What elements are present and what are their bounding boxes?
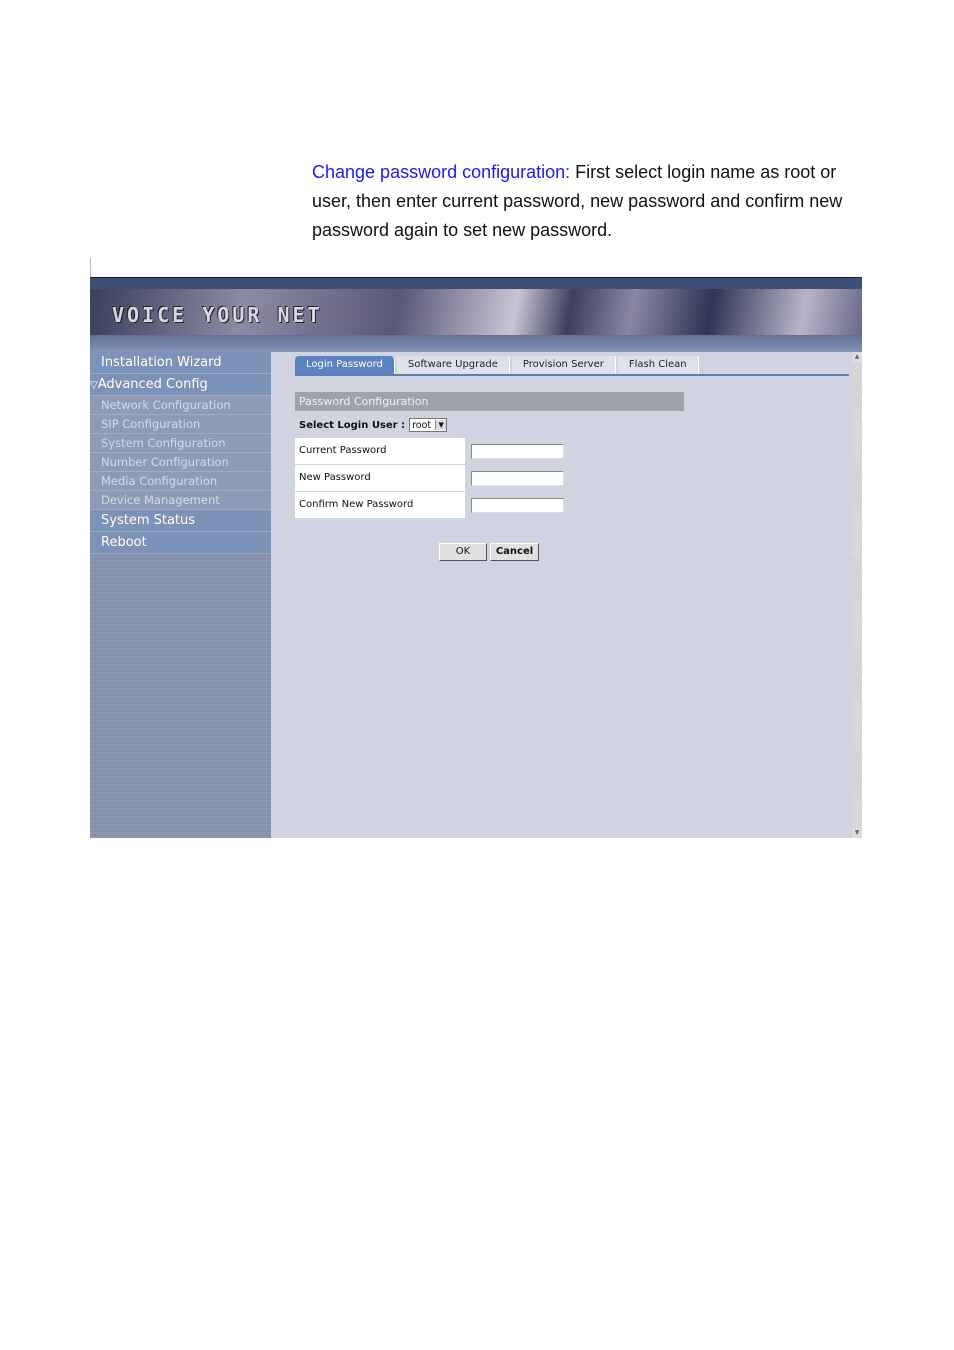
tab-flash-clean[interactable]: Flash Clean [617,356,699,374]
sidebar-item-reboot[interactable]: Reboot [90,532,271,554]
login-user-select[interactable]: root ▼ [409,418,448,432]
intro-paragraph: Change password configuration: First sel… [312,158,872,245]
sidebar: Installation Wizard ▽Advanced Config Net… [90,352,271,838]
section-title: Password Configuration [295,392,684,411]
tab-bar: Login Password Software Upgrade Provisio… [295,356,849,376]
chevron-down-icon: ▼ [435,420,447,430]
logo: VOICE YOUR NET [112,303,323,327]
main-content: Login Password Software Upgrade Provisio… [271,352,852,838]
sidebar-item-sip-configuration[interactable]: SIP Configuration [90,415,271,434]
banner: VOICE YOUR NET [90,289,862,335]
sidebar-item-system-status[interactable]: System Status [90,510,271,532]
web-ui-screenshot: VOICE YOUR NET Installation Wizard ▽Adva… [90,277,862,838]
tab-software-upgrade[interactable]: Software Upgrade [396,356,510,374]
tab-login-password[interactable]: Login Password [295,356,395,374]
confirm-password-label: Confirm New Password [295,492,465,518]
current-password-label: Current Password [295,438,465,464]
ok-button[interactable]: OK [439,543,487,561]
sub-strip [90,335,862,352]
current-password-input[interactable] [471,444,564,459]
scroll-up-icon[interactable]: ▲ [852,352,862,362]
select-login-user-row: Select Login User : root ▼ [299,418,448,432]
sidebar-item-network-configuration[interactable]: Network Configuration [90,396,271,415]
triangle-down-icon: ▽ [90,380,98,391]
confirm-password-input[interactable] [471,498,564,513]
new-password-label: New Password [295,465,465,491]
sidebar-item-device-management[interactable]: Device Management [90,491,271,510]
sidebar-item-advanced-config[interactable]: ▽Advanced Config [90,374,271,396]
sidebar-item-installation-wizard[interactable]: Installation Wizard [90,352,271,374]
select-login-user-label: Select Login User : [299,419,406,431]
scroll-down-icon[interactable]: ▼ [852,828,862,838]
sidebar-item-system-configuration[interactable]: System Configuration [90,434,271,453]
sidebar-item-label: Advanced Config [97,377,208,392]
sidebar-item-number-configuration[interactable]: Number Configuration [90,453,271,472]
scrollbar[interactable]: ▲ ▼ [852,352,862,838]
divider [90,258,91,278]
cancel-button[interactable]: Cancel [490,543,539,561]
select-value: root [412,419,432,431]
intro-highlight: Change password configuration: [312,162,571,182]
tab-provision-server[interactable]: Provision Server [511,356,616,374]
document-page: Change password configuration: First sel… [0,0,954,1350]
sidebar-item-media-configuration[interactable]: Media Configuration [90,472,271,491]
new-password-input[interactable] [471,471,564,486]
